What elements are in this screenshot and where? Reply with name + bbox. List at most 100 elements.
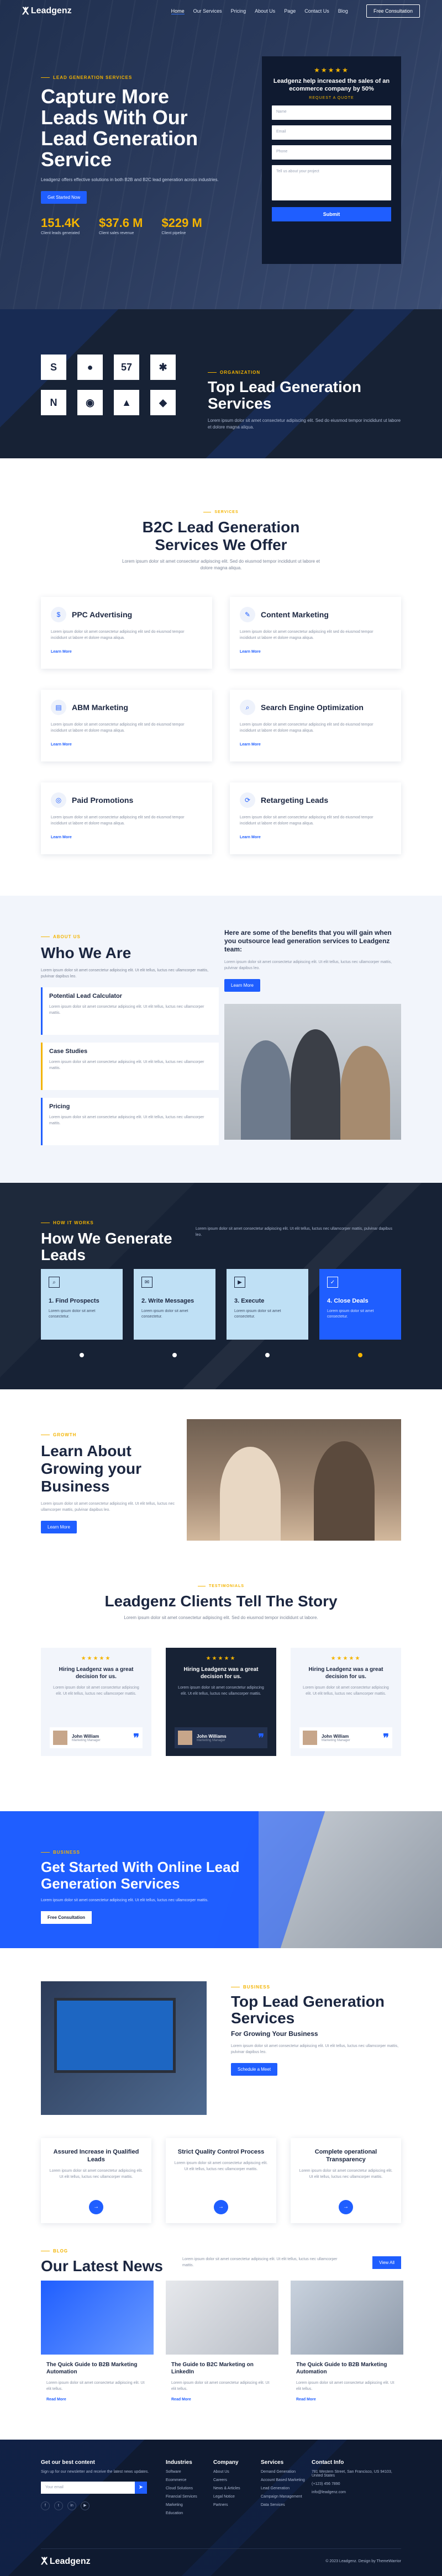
nav-link-blog[interactable]: Blog xyxy=(338,8,348,14)
pen-icon: ✎ xyxy=(240,607,255,622)
linkedin-icon[interactable]: in xyxy=(67,2501,76,2510)
step-close-deals[interactable]: ✓ 4. Close Deals Lorem ipsum dolor sit a… xyxy=(319,1269,401,1340)
learn-more-button[interactable]: Learn More xyxy=(41,1521,77,1533)
step-find-prospects[interactable]: ⌕ 1. Find Prospects Lorem ipsum dolor si… xyxy=(41,1269,123,1340)
name-field[interactable]: Name xyxy=(272,105,391,120)
footer-link[interactable]: Cloud Solutions xyxy=(166,2487,197,2490)
footer-link[interactable]: Software xyxy=(166,2470,197,2474)
stat-value: 151.4K xyxy=(41,216,80,230)
youtube-icon[interactable]: ▶ xyxy=(81,2501,90,2510)
footer-logo[interactable]: ⵅ Leadgenz xyxy=(41,2556,91,2567)
lead-calculator-card[interactable]: Potential Lead Calculator Lorem ipsum do… xyxy=(41,987,219,1035)
nav-link-services[interactable]: Our Services xyxy=(193,8,222,14)
nav-link-pricing[interactable]: Pricing xyxy=(231,8,246,14)
service-title: Content Marketing xyxy=(261,610,329,619)
footer-link[interactable]: Partners xyxy=(213,2503,240,2507)
free-consultation-button[interactable]: Free Consultation xyxy=(41,1911,92,1924)
facebook-icon[interactable]: f xyxy=(41,2501,50,2510)
footer-link[interactable]: Ecommerce xyxy=(166,2478,197,2482)
arrow-right-icon[interactable]: → xyxy=(339,2200,353,2214)
twitter-icon[interactable]: t xyxy=(54,2501,63,2510)
learn-more-link[interactable]: Learn More xyxy=(240,743,391,747)
arrow-right-icon[interactable]: → xyxy=(89,2200,103,2214)
contact-phone[interactable]: (+123) 456 7890 xyxy=(312,2482,400,2486)
get-started-button[interactable]: Get Started Now xyxy=(41,191,87,204)
grow-title: Learn About Growing your Business xyxy=(41,1442,141,1495)
service-card-ppc[interactable]: $ PPC Advertising Lorem ipsum dolor sit … xyxy=(41,597,212,669)
message-field[interactable]: Tell us about your project xyxy=(272,165,391,200)
footer-link[interactable]: News & Articles xyxy=(213,2487,240,2490)
step-execute[interactable]: ▶ 3. Execute Lorem ipsum dolor sit amet … xyxy=(227,1269,308,1340)
step-text: Lorem ipsum dolor sit amet consectetur. xyxy=(327,1309,374,1319)
learn-more-link[interactable]: Learn More xyxy=(240,650,391,654)
nav-link-contact[interactable]: Contact Us xyxy=(304,8,329,14)
step-dot-active[interactable] xyxy=(358,1353,362,1357)
read-more-link[interactable]: Read More xyxy=(296,2398,398,2402)
learn-more-link[interactable]: Learn More xyxy=(51,835,202,839)
step-write-messages[interactable]: ✉ 2. Write Messages Lorem ipsum dolor si… xyxy=(134,1269,215,1340)
service-card-seo[interactable]: ⌕ Search Engine Optimization Lorem ipsum… xyxy=(230,690,401,761)
nav-link-about[interactable]: About Us xyxy=(255,8,275,14)
nav-link-home[interactable]: Home xyxy=(171,8,185,14)
news-card[interactable]: The Guide to B2C Marketing on LinkedIn L… xyxy=(166,2281,278,2425)
benefits-title: Here are some of the benefits that you w… xyxy=(224,929,392,953)
step-dot[interactable] xyxy=(265,1353,270,1357)
send-icon[interactable]: ➤ xyxy=(135,2482,147,2494)
author-name: John Williams xyxy=(197,1733,227,1739)
phone-field[interactable]: Phone xyxy=(272,145,391,160)
footer-link[interactable]: Lead Generation xyxy=(261,2487,305,2490)
top-navigation: ⵅ Leadgenz Home Our Services Pricing Abo… xyxy=(0,0,442,22)
schedule-meet-button[interactable]: Schedule a Meet xyxy=(231,2063,278,2076)
stat-label: Client sales revenue xyxy=(98,231,134,235)
person-figure xyxy=(291,1029,340,1140)
read-more-link[interactable]: Read More xyxy=(171,2398,273,2402)
submit-button[interactable]: Submit xyxy=(272,207,391,221)
news-tag: BLOG xyxy=(41,2249,68,2254)
step-dot[interactable] xyxy=(172,1353,177,1357)
step-dot[interactable] xyxy=(80,1353,84,1357)
service-card-retargeting[interactable]: ⟳ Retargeting Leads Lorem ipsum dolor si… xyxy=(230,782,401,854)
arrow-right-icon[interactable]: → xyxy=(214,2200,228,2214)
footer-link[interactable]: Marketing xyxy=(166,2503,197,2507)
footer-link[interactable]: About Us xyxy=(213,2470,240,2474)
about-description: Lorem ipsum dolor sit amet consectetur a… xyxy=(41,969,209,978)
quote-icon: ❞ xyxy=(383,1732,389,1744)
testimonial-cards: ★★★★★ Hiring Leadgenz was a great decisi… xyxy=(41,1648,401,1756)
rating-stars-icon: ★★★★★ xyxy=(206,1655,236,1662)
email-field[interactable]: Email xyxy=(272,125,391,140)
footer-link[interactable]: Education xyxy=(166,2511,197,2515)
service-card-content[interactable]: ✎ Content Marketing Lorem ipsum dolor si… xyxy=(230,597,401,669)
view-all-button[interactable]: View All xyxy=(372,2256,401,2269)
news-card[interactable]: The Quick Guide to B2B Marketing Automat… xyxy=(41,2281,154,2425)
nav-link-page[interactable]: Page xyxy=(284,8,296,14)
form-subtitle: REQUEST A QUOTE xyxy=(309,96,354,100)
learn-more-link[interactable]: Learn More xyxy=(240,835,391,839)
learn-more-link[interactable]: Learn More xyxy=(51,650,202,654)
footer-link[interactable]: Data Services xyxy=(261,2503,305,2507)
organization-description: Lorem ipsum dolor sit amet consectetur a… xyxy=(208,418,401,430)
free-consultation-button[interactable]: Free Consultation xyxy=(366,4,420,18)
read-more-link[interactable]: Read More xyxy=(46,2398,148,2402)
service-card-paid[interactable]: ◎ Paid Promotions Lorem ipsum dolor sit … xyxy=(41,782,212,854)
news-card-title: The Quick Guide to B2B Marketing Automat… xyxy=(46,2362,138,2375)
footer-link[interactable]: Account Based Marketing xyxy=(261,2478,305,2482)
footer-link[interactable]: Financial Services xyxy=(166,2495,197,2499)
site-logo[interactable]: ⵅ Leadgenz xyxy=(22,6,72,17)
footer-link[interactable]: Demand Generation xyxy=(261,2470,305,2474)
stat-value: $229 M xyxy=(161,216,202,230)
learn-more-link[interactable]: Learn More xyxy=(51,743,202,747)
footer-link[interactable]: Legal Notice xyxy=(213,2495,240,2499)
card-text: Lorem ipsum dolor sit amet consectetur a… xyxy=(49,1115,204,1125)
case-studies-card[interactable]: Case Studies Lorem ipsum dolor sit amet … xyxy=(41,1043,219,1090)
contact-email[interactable]: info@leadgenz.com xyxy=(312,2490,400,2494)
service-card-abm[interactable]: ▤ ABM Marketing Lorem ipsum dolor sit am… xyxy=(41,690,212,761)
news-card[interactable]: The Quick Guide to B2B Marketing Automat… xyxy=(291,2281,403,2425)
newsletter-email-input[interactable]: Your email xyxy=(41,2482,135,2494)
learn-more-button[interactable]: Learn More xyxy=(224,979,260,992)
author-name: John William xyxy=(72,1733,99,1739)
feature-text: Lorem ipsum dolor sit amet consectetur a… xyxy=(174,2161,268,2171)
footer-link[interactable]: Careers xyxy=(213,2478,240,2482)
how-tag: HOW IT WORKS xyxy=(41,1220,94,1225)
pricing-card[interactable]: Pricing Lorem ipsum dolor sit amet conse… xyxy=(41,1098,219,1145)
footer-link[interactable]: Campaign Management xyxy=(261,2495,305,2499)
